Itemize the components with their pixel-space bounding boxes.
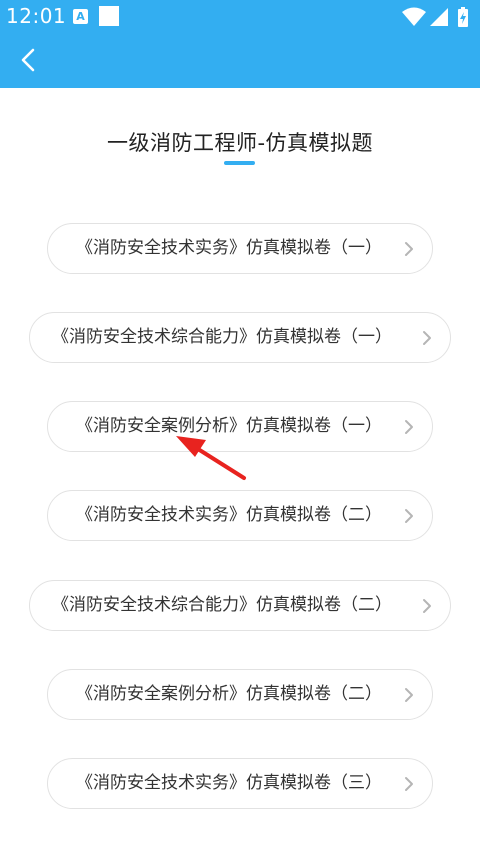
exam-item-label: 《消防安全技术实务》仿真模拟卷（一） xyxy=(76,238,382,258)
exam-item-case-analysis-1[interactable]: 《消防安全案例分析》仿真模拟卷（一） xyxy=(47,401,433,452)
exam-item-practice-3[interactable]: 《消防安全技术实务》仿真模拟卷（三） xyxy=(47,758,433,809)
chevron-right-icon xyxy=(405,777,413,791)
exam-item-label: 《消防安全技术实务》仿真模拟卷（三） xyxy=(76,773,382,793)
exam-item-comprehensive-2[interactable]: 《消防安全技术综合能力》仿真模拟卷（二） xyxy=(29,580,451,631)
status-bar: 12:01 A xyxy=(0,0,480,33)
chevron-right-icon xyxy=(423,331,431,345)
notification-square-icon xyxy=(99,6,119,26)
exam-item-label: 《消防安全技术综合能力》仿真模拟卷（一） xyxy=(52,327,392,347)
exam-item-label: 《消防安全技术实务》仿真模拟卷（二） xyxy=(76,505,382,525)
exam-item-comprehensive-1[interactable]: 《消防安全技术综合能力》仿真模拟卷（一） xyxy=(29,312,451,363)
chevron-right-icon xyxy=(405,420,413,434)
exam-item-case-analysis-2[interactable]: 《消防安全案例分析》仿真模拟卷（二） xyxy=(47,669,433,720)
title-underline xyxy=(224,161,255,165)
chevron-right-icon xyxy=(405,688,413,702)
chevron-right-icon xyxy=(405,509,413,523)
exam-item-label: 《消防安全案例分析》仿真模拟卷（一） xyxy=(76,416,382,436)
wifi-icon xyxy=(402,7,426,26)
battery-charging-icon xyxy=(458,7,468,27)
app-bar xyxy=(0,33,480,88)
exam-item-label: 《消防安全技术综合能力》仿真模拟卷（二） xyxy=(52,595,392,615)
page-title: 一级消防工程师-仿真模拟题 xyxy=(106,131,374,155)
exam-item-practice-2[interactable]: 《消防安全技术实务》仿真模拟卷（二） xyxy=(47,490,433,541)
chevron-left-icon xyxy=(21,48,35,72)
signal-icon xyxy=(430,8,448,26)
exam-item-label: 《消防安全案例分析》仿真模拟卷（二） xyxy=(76,684,382,704)
notification-a-icon: A xyxy=(73,9,88,24)
status-time: 12:01 xyxy=(6,4,67,28)
exam-item-practice-1[interactable]: 《消防安全技术实务》仿真模拟卷（一） xyxy=(47,223,433,274)
back-button[interactable] xyxy=(8,39,50,81)
status-icons xyxy=(402,7,472,27)
chevron-right-icon xyxy=(405,242,413,256)
chevron-right-icon xyxy=(423,599,431,613)
